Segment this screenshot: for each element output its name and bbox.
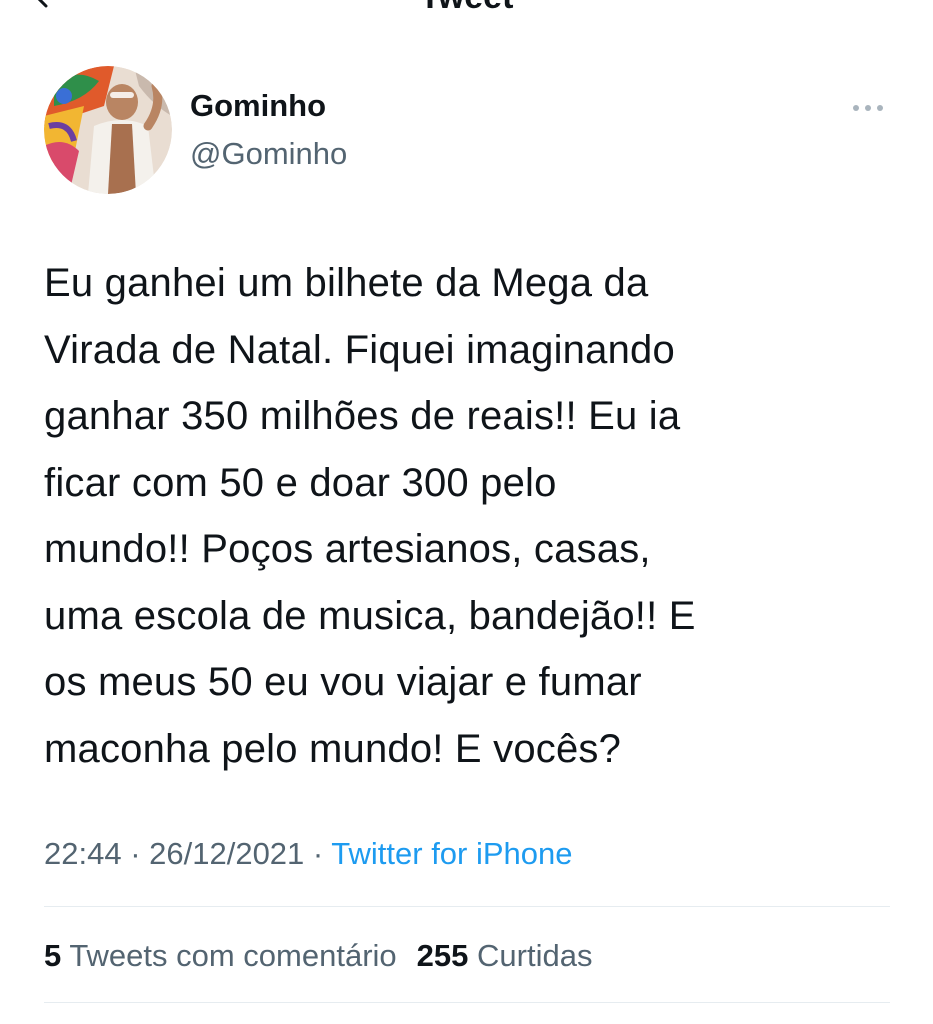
tweet-date[interactable]: 26/12/2021 [149,836,304,871]
like-count: 255 [416,938,469,973]
meta-separator: · [121,836,150,871]
author-handle[interactable]: @Gominho [190,136,347,172]
top-bar: Tweet [0,0,933,30]
tweet-source[interactable]: Twitter for iPhone [331,836,572,871]
author-name[interactable]: Gominho [190,88,326,124]
page-title: Tweet [0,0,933,14]
quote-label: Tweets com comentário [69,938,397,973]
divider [44,1002,890,1003]
likes-stat[interactable]: 255 Curtidas [417,938,593,973]
more-options-icon[interactable] [848,96,888,120]
divider [44,906,890,907]
tweet-meta: 22:44 · 26/12/2021 · Twitter for iPhone [44,834,573,874]
tweet-stats: 5 Tweets com comentário 255 Curtidas [44,936,592,976]
tweet-time[interactable]: 22:44 [44,836,122,871]
avatar[interactable] [44,66,172,194]
like-label: Curtidas [477,938,593,973]
meta-separator: · [304,836,332,871]
tweet-text: Eu ganhei um bilhete da Mega da Virada d… [44,261,696,771]
avatar-image [44,66,172,194]
quote-tweets-stat[interactable]: 5 Tweets com comentário [44,938,397,973]
quote-count: 5 [44,938,62,973]
